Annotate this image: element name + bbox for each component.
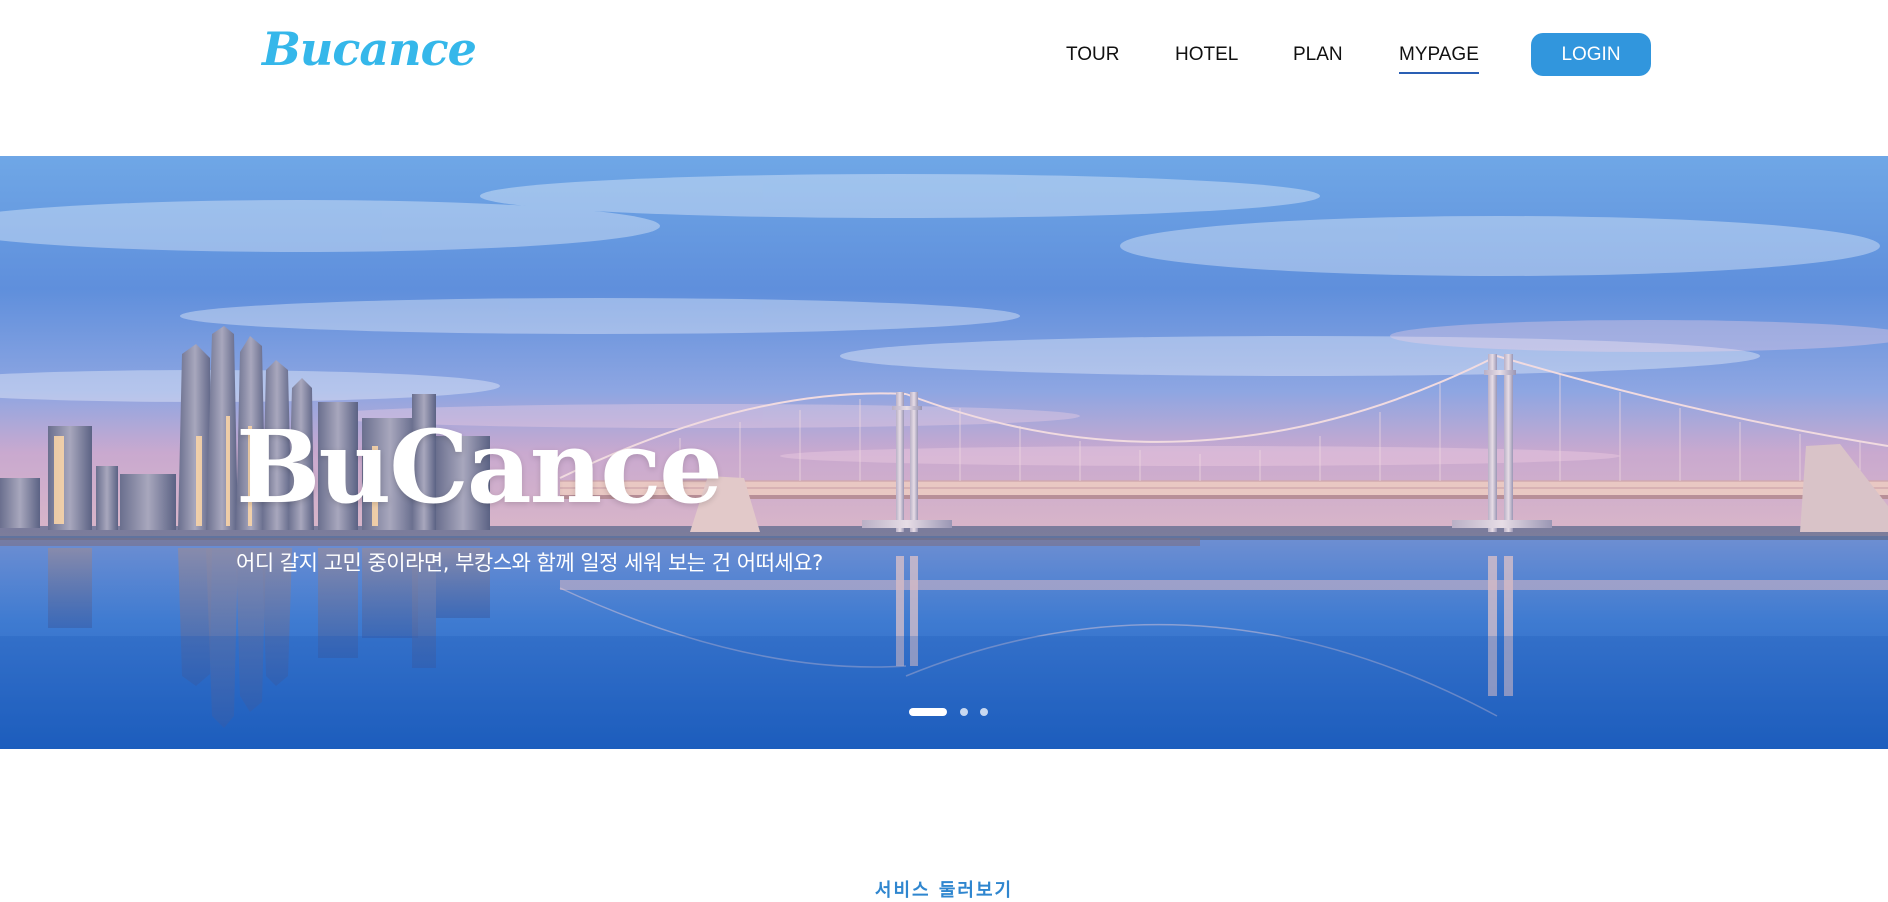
site-header: Bucance TOUR HOTEL PLAN MYPAGE LOGIN <box>0 0 1888 156</box>
nav-item-hotel[interactable]: HOTEL <box>1175 44 1238 66</box>
nav-item-plan[interactable]: PLAN <box>1293 44 1343 66</box>
carousel-dot-1[interactable] <box>909 708 947 716</box>
service-section-label: 서비스 둘러보기 <box>874 880 1014 901</box>
nav-item-mypage[interactable]: MYPAGE <box>1399 44 1479 74</box>
brand-logo[interactable]: Bucance <box>262 22 477 76</box>
nav-item-tour[interactable]: TOUR <box>1066 44 1119 66</box>
hero-title: BuCance <box>236 408 723 526</box>
hero-subtitle: 어디 갈지 고민 중이라면, 부캉스와 함께 일정 세워 보는 건 어떠세요? <box>236 551 823 575</box>
carousel-dot-2[interactable] <box>960 708 968 716</box>
carousel-dot-3[interactable] <box>980 708 988 716</box>
login-button[interactable]: LOGIN <box>1531 33 1651 76</box>
hero-banner: BuCance 어디 갈지 고민 중이라면, 부캉스와 함께 일정 세워 보는 … <box>0 156 1888 749</box>
